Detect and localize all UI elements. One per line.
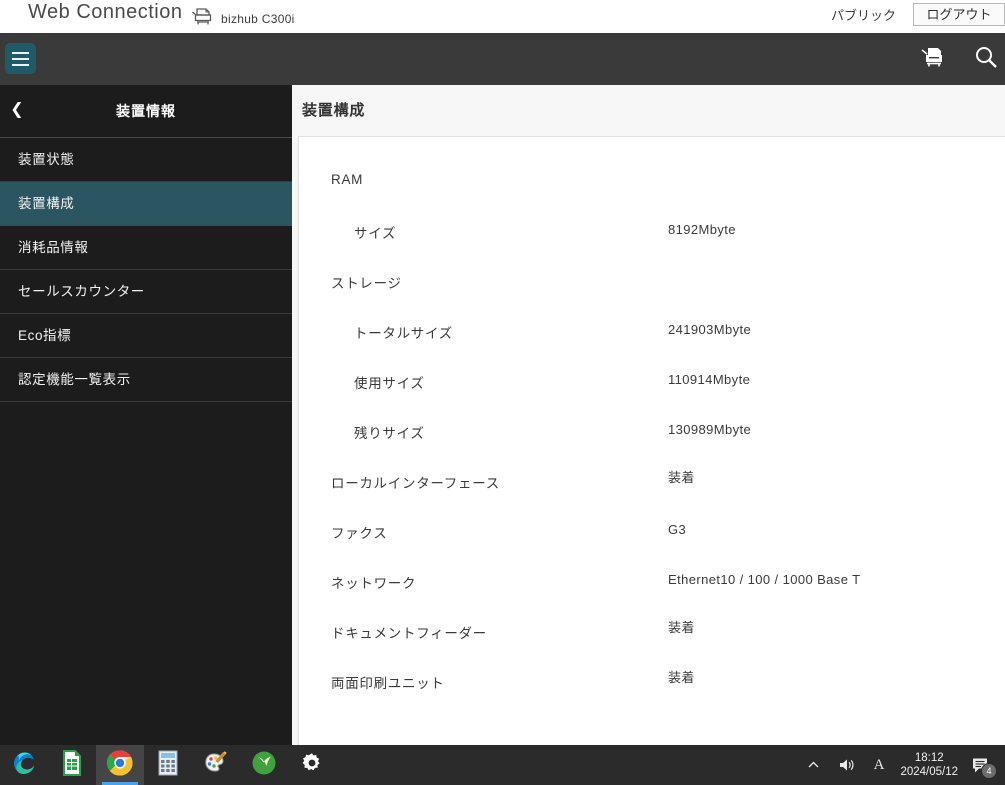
clock-time: 18:12 [914, 751, 944, 764]
spec-label: ストレージ [331, 276, 402, 291]
navigation-bar [0, 33, 1005, 85]
notification-icon[interactable]: 4 [965, 745, 1001, 785]
taskbar-item-calculator[interactable] [144, 745, 192, 785]
taskbar-item-edge[interactable] [0, 745, 48, 785]
taskbar-item-settings[interactable] [288, 745, 336, 785]
spec-value: Ethernet10 / 100 / 1000 Base T [668, 572, 861, 587]
spec-label: ネットワーク [331, 576, 417, 591]
taskbar-item-green-app[interactable] [240, 745, 288, 785]
printer-icon[interactable] [921, 45, 947, 74]
paint-icon [203, 750, 229, 781]
hamburger-icon-line [12, 57, 29, 60]
spec-row-network: ネットワーク Ethernet10 / 100 / 1000 Base T [299, 559, 1005, 609]
sidebar-title: 装置情報 [116, 103, 176, 119]
spec-value: G3 [668, 522, 687, 537]
page-title: 装置構成 [302, 102, 366, 119]
taskbar-item-libreoffice-calc[interactable] [48, 745, 96, 785]
sidebar-item-device-configuration[interactable]: 装置構成 [0, 182, 292, 226]
search-icon[interactable] [973, 44, 999, 75]
spec-value: 装着 [668, 470, 695, 485]
spec-value: 装着 [668, 620, 695, 635]
sidebar-item-label: Eco指標 [18, 328, 72, 343]
spec-label: 使用サイズ [354, 376, 425, 391]
speaker-icon[interactable] [829, 745, 865, 785]
sidebar-header: ❮ 装置情報 [0, 85, 292, 138]
ime-indicator[interactable]: A [865, 745, 894, 785]
sidebar-item-label: 消耗品情報 [18, 240, 89, 255]
spec-value: 241903Mbyte [668, 322, 752, 337]
spec-row-storage-used: 使用サイズ 110914Mbyte [299, 359, 1005, 409]
libreoffice-calc-icon [60, 749, 84, 781]
sidebar-item-eco-index[interactable]: Eco指標 [0, 314, 292, 358]
settings-gear-icon [299, 750, 325, 781]
main-panel: 装置構成 RAM サイズ 8192Mbyte ストレージ トータルサイズ 241… [292, 85, 1005, 745]
device-name: bizhub C300i [221, 12, 295, 26]
green-app-icon [251, 750, 277, 781]
taskbar-item-paint[interactable] [192, 745, 240, 785]
spec-label: ファクス [331, 526, 388, 541]
printer-icon [192, 7, 214, 31]
device-identity: bizhub C300i [192, 7, 295, 31]
spec-row-ram: RAM [299, 159, 1005, 209]
spec-label: トータルサイズ [354, 326, 453, 341]
system-tray: A 18:12 2024/05/12 4 [798, 745, 1001, 785]
logout-button[interactable]: ログアウト [913, 3, 1005, 26]
brand-title: Web Connection [28, 1, 183, 23]
sidebar-item-device-status[interactable]: 装置状態 [0, 138, 292, 182]
application-window: Web Connection bizhub C300i パブリック ログアウト [0, 0, 1005, 745]
spec-row-local-interface: ローカルインターフェース 装着 [299, 459, 1005, 509]
edge-icon [11, 750, 37, 781]
hamburger-menu-button[interactable] [5, 43, 36, 74]
spec-label: サイズ [354, 226, 397, 241]
spec-label: ローカルインターフェース [331, 476, 500, 491]
spec-row-fax: ファクス G3 [299, 509, 1005, 559]
spec-row-storage-remaining: 残りサイズ 130989Mbyte [299, 409, 1005, 459]
content-area: ❮ 装置情報 装置状態 装置構成 消耗品情報 セールスカウンター Eco指標 認… [0, 85, 1005, 745]
notification-badge: 4 [981, 763, 997, 779]
device-configuration-card: RAM サイズ 8192Mbyte ストレージ トータルサイズ 241903Mb… [298, 136, 1005, 745]
taskbar-app-list [0, 745, 336, 785]
taskbar-item-chrome[interactable] [96, 745, 144, 785]
chrome-icon [106, 749, 134, 782]
spec-value: 8192Mbyte [668, 222, 736, 237]
spec-row-ram-size: サイズ 8192Mbyte [299, 209, 1005, 259]
spec-label: RAM [331, 172, 364, 187]
spec-label: ドキュメントフィーダー [331, 626, 487, 641]
sidebar-item-label: 装置状態 [18, 152, 75, 167]
sidebar-item-label: セールスカウンター [18, 284, 145, 299]
spec-value: 装着 [668, 670, 695, 685]
spec-row-document-feeder: ドキュメントフィーダー 装着 [299, 609, 1005, 659]
clock-date: 2024/05/12 [900, 766, 958, 778]
navbar-actions [921, 33, 999, 85]
calculator-icon [157, 750, 179, 781]
spec-label: 両面印刷ユニット [331, 676, 445, 691]
windows-taskbar: A 18:12 2024/05/12 4 [0, 745, 1005, 785]
spec-row-storage-total: トータルサイズ 241903Mbyte [299, 309, 1005, 359]
spec-label: 残りサイズ [354, 426, 425, 441]
clock[interactable]: 18:12 2024/05/12 [893, 745, 965, 785]
sidebar-item-sales-counter[interactable]: セールスカウンター [0, 270, 292, 314]
hamburger-icon-line [12, 63, 29, 66]
sidebar-item-label: 認定機能一覧表示 [18, 372, 131, 387]
sidebar: ❮ 装置情報 装置状態 装置構成 消耗品情報 セールスカウンター Eco指標 認… [0, 85, 292, 745]
sidebar-item-consumables[interactable]: 消耗品情報 [0, 226, 292, 270]
sidebar-item-certified-functions[interactable]: 認定機能一覧表示 [0, 358, 292, 402]
account-label: パブリック [830, 8, 896, 23]
spec-value: 130989Mbyte [668, 422, 752, 437]
spec-row-storage: ストレージ [299, 259, 1005, 309]
hamburger-icon-line [12, 51, 29, 54]
spec-row-duplex-unit: 両面印刷ユニット 装着 [299, 659, 1005, 709]
spec-value: 110914Mbyte [668, 372, 751, 387]
app-header: Web Connection bizhub C300i パブリック ログアウト [0, 0, 1005, 33]
specification-list: RAM サイズ 8192Mbyte ストレージ トータルサイズ 241903Mb… [299, 159, 1005, 709]
sidebar-item-label: 装置構成 [18, 196, 75, 211]
chevron-up-icon[interactable] [798, 745, 829, 785]
